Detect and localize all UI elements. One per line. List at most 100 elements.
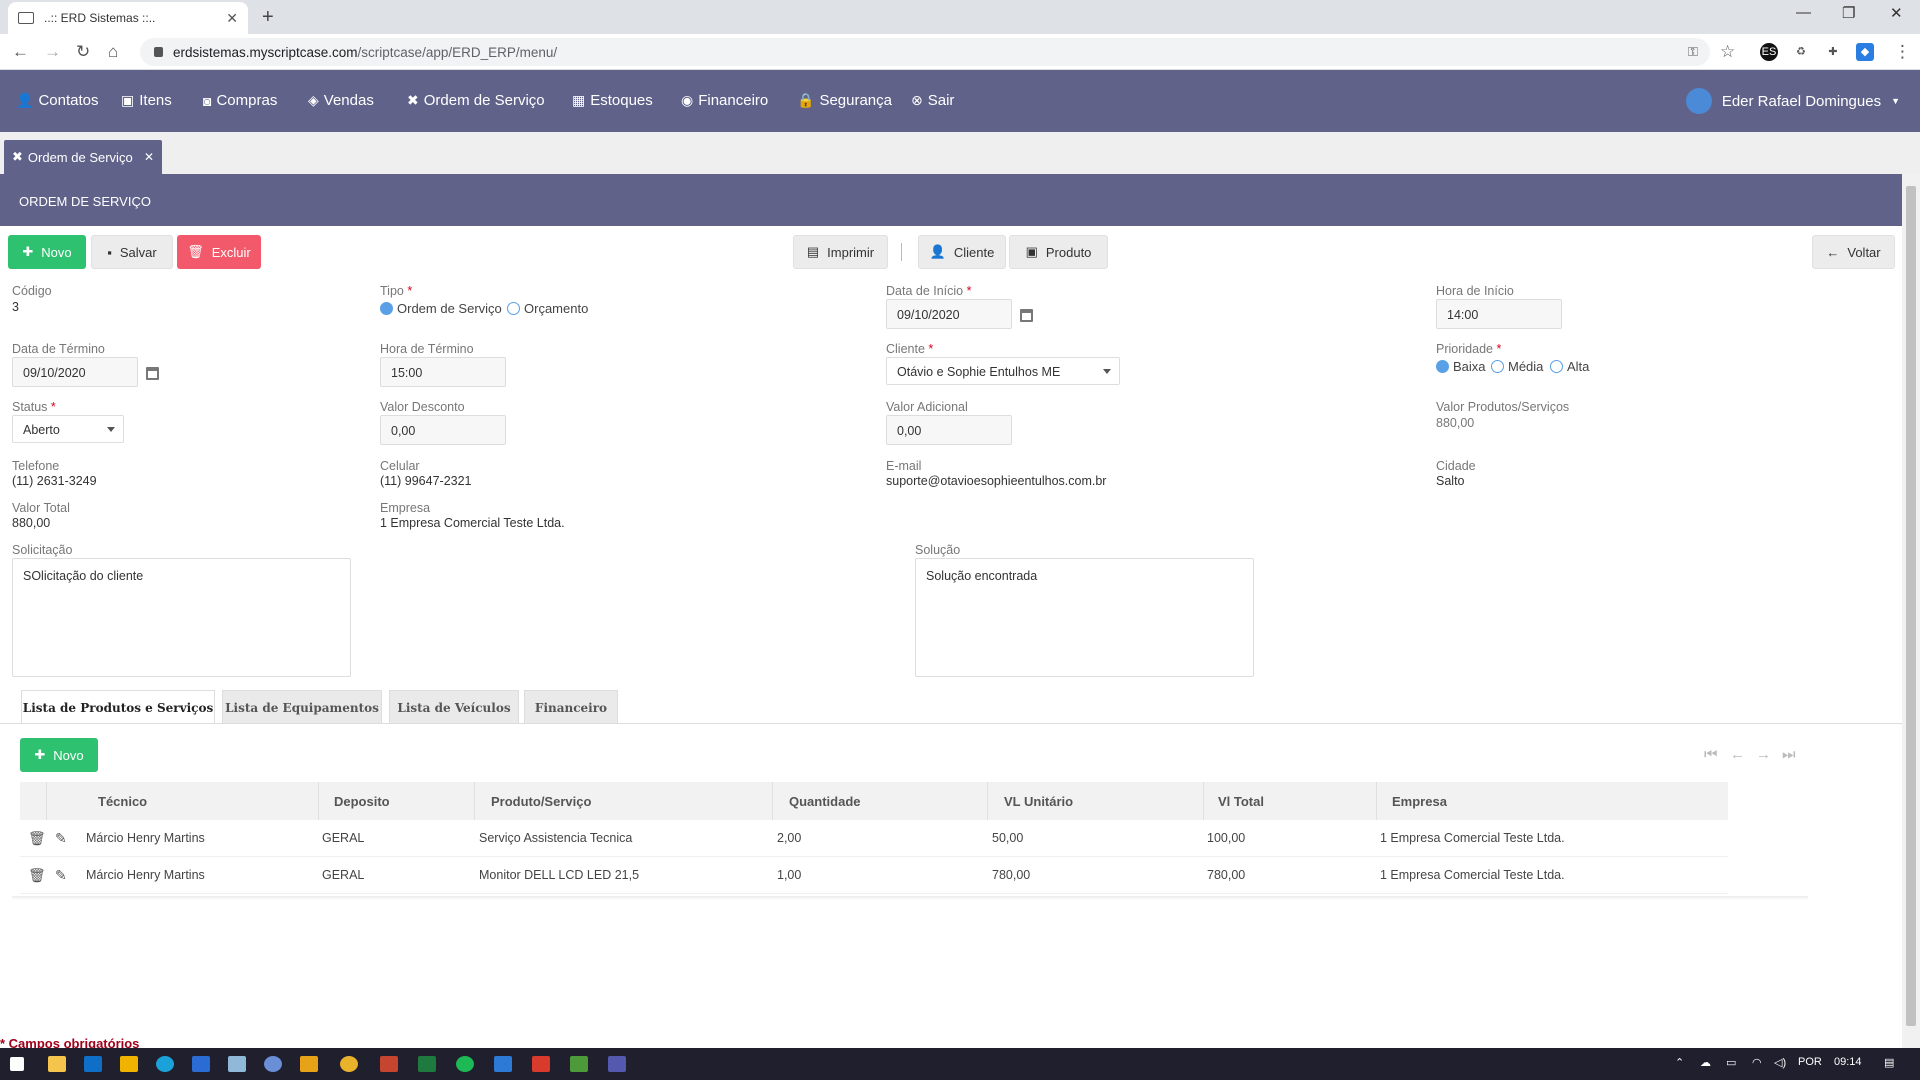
app-icon[interactable] — [570, 1056, 588, 1072]
extension-es-icon[interactable]: ES — [1760, 43, 1778, 61]
valor-adicional-field[interactable]: 0,00 — [886, 415, 1012, 445]
forward-icon[interactable]: → — [44, 42, 61, 62]
menu-ordem-servico[interactable]: ✖ Ordem de Serviço — [407, 92, 545, 109]
prioridade-radio-baixa[interactable]: Baixa — [1436, 359, 1486, 374]
prioridade-radio-alta[interactable]: Alta — [1550, 359, 1589, 374]
trash-icon[interactable]: 🗑 — [28, 830, 46, 847]
vertical-scrollbar[interactable] — [1902, 174, 1920, 1048]
close-icon[interactable]: ✕ — [144, 150, 154, 164]
url-field[interactable]: erdsistemas.myscriptcase.com/scriptcase/… — [140, 38, 1710, 66]
menu-estoques[interactable]: ▦ Estoques — [572, 92, 653, 109]
column-header[interactable]: Empresa — [1392, 794, 1447, 809]
voltar-button[interactable]: ← Voltar — [1812, 235, 1895, 269]
browser-tab[interactable]: ..:: ERD Sistemas ::.. ✕ — [8, 2, 248, 34]
tab-financeiro[interactable]: Financeiro — [524, 690, 618, 724]
prioridade-radio-media[interactable]: Média — [1491, 359, 1543, 374]
column-header[interactable]: Quantidade — [789, 794, 861, 809]
back-icon[interactable]: ← — [12, 42, 29, 62]
grid-novo-button[interactable]: ✚ Novo — [20, 738, 98, 772]
file-explorer-icon[interactable] — [48, 1056, 66, 1072]
windows-start-icon[interactable] — [10, 1057, 24, 1071]
key-icon[interactable]: ⚿ — [1688, 44, 1698, 60]
column-header[interactable]: Técnico — [98, 794, 147, 809]
menu-vendas[interactable]: ◈ Vendas — [308, 92, 374, 109]
status-select[interactable]: Aberto — [12, 415, 124, 443]
hora-inicio-field[interactable]: 14:00 — [1436, 299, 1562, 329]
app-icon[interactable] — [380, 1056, 398, 1072]
salvar-button[interactable]: ▪ Salvar — [91, 235, 173, 269]
data-termino-field[interactable]: 09/10/2020 — [12, 357, 138, 387]
language-indicator[interactable]: POR — [1798, 1056, 1822, 1068]
last-page-icon[interactable]: ⏭ — [1782, 746, 1796, 763]
close-tab-icon[interactable]: ✕ — [226, 10, 238, 27]
data-inicio-field[interactable]: 09/10/2020 — [886, 299, 1012, 329]
column-header[interactable]: Produto/Serviço — [491, 794, 591, 809]
reload-icon[interactable]: ↻ — [76, 42, 90, 62]
sublime-icon[interactable] — [300, 1056, 318, 1072]
menu-compras[interactable]: ◙ Compras — [203, 92, 277, 109]
extension-recycle-icon[interactable]: ♻ — [1792, 43, 1810, 61]
folder-icon[interactable] — [120, 1056, 138, 1072]
scrollbar-thumb[interactable] — [1906, 186, 1916, 1026]
valor-desconto-field[interactable]: 0,00 — [380, 415, 506, 445]
brave-icon[interactable] — [532, 1056, 550, 1072]
notifications-icon[interactable]: ▤ — [1884, 1056, 1894, 1069]
outlook-icon[interactable] — [84, 1056, 102, 1072]
tipo-radio-ordem[interactable]: Ordem de Serviço — [380, 301, 502, 316]
home-icon[interactable]: ⌂ — [108, 42, 118, 62]
close-window-icon[interactable]: ✕ — [1890, 4, 1903, 22]
produto-button[interactable]: ▣ Produto — [1009, 235, 1108, 269]
tab-lista-equipamentos[interactable]: Lista de Equipamentos — [222, 690, 382, 724]
extensions-puzzle-icon[interactable]: ✚ — [1824, 43, 1842, 61]
prev-page-icon[interactable]: ← — [1730, 746, 1745, 763]
clock[interactable]: 09:14 — [1834, 1056, 1862, 1068]
menu-contatos[interactable]: 👤 Contatos — [16, 92, 98, 109]
app-icon[interactable] — [494, 1056, 512, 1072]
menu-financeiro[interactable]: ◉ Financeiro — [681, 92, 768, 109]
trash-icon[interactable]: 🗑 — [28, 867, 46, 884]
tab-lista-produtos-servicos[interactable]: Lista de Produtos e Serviços — [21, 690, 215, 724]
tab-ordem-servico[interactable]: ✖ Ordem de Serviço ✕ — [4, 140, 162, 174]
spotify-icon[interactable] — [456, 1056, 474, 1072]
solicitacao-textarea[interactable]: SOlicitação do cliente — [12, 558, 351, 677]
menu-itens[interactable]: ▣ Itens — [121, 92, 172, 109]
star-icon[interactable]: ☆ — [1720, 42, 1735, 62]
excel-icon[interactable] — [418, 1056, 436, 1072]
minimize-icon[interactable]: — — [1796, 4, 1811, 21]
tray-chevron-icon[interactable]: ⌃ — [1675, 1056, 1684, 1069]
next-page-icon[interactable]: → — [1756, 746, 1771, 763]
chrome-icon[interactable] — [340, 1056, 358, 1072]
first-page-icon[interactable]: ⏮ — [1704, 746, 1718, 763]
teams-icon[interactable] — [608, 1056, 626, 1072]
edge-icon[interactable] — [156, 1056, 174, 1072]
mail-icon[interactable] — [192, 1056, 210, 1072]
edit-icon[interactable]: ✎ — [55, 867, 67, 884]
battery-icon[interactable]: ▭ — [1726, 1056, 1736, 1069]
imprimir-button[interactable]: ▤ Imprimir — [793, 235, 888, 269]
column-header[interactable]: Vl Total — [1218, 794, 1264, 809]
volume-icon[interactable]: ◁) — [1774, 1056, 1786, 1069]
browser-menu-icon[interactable]: ⋮ — [1894, 42, 1911, 62]
onedrive-icon[interactable]: ☁ — [1700, 1056, 1711, 1069]
column-header[interactable]: Deposito — [334, 794, 390, 809]
excluir-button[interactable]: 🗑 Excluir — [177, 235, 261, 269]
tab-lista-veiculos[interactable]: Lista de Veículos — [389, 690, 519, 724]
app-icon[interactable] — [264, 1056, 282, 1072]
user-menu[interactable]: Eder Rafael Domingues ▼ — [1685, 88, 1900, 114]
tipo-radio-orcamento[interactable]: Orçamento — [507, 301, 588, 316]
cliente-select[interactable]: Otávio e Sophie Entulhos ME — [886, 357, 1120, 385]
notepad-icon[interactable] — [228, 1056, 246, 1072]
menu-seguranca[interactable]: 🔒 Segurança — [797, 92, 892, 109]
menu-sair[interactable]: ⊗ Sair — [911, 92, 954, 109]
calendar-icon[interactable] — [146, 367, 159, 380]
calendar-icon[interactable] — [1020, 309, 1033, 322]
column-header[interactable]: VL Unitário — [1004, 794, 1073, 809]
cliente-button[interactable]: 👤 Cliente — [918, 235, 1006, 269]
restore-icon[interactable]: ❐ — [1842, 4, 1855, 22]
new-tab-button[interactable]: + — [262, 6, 274, 29]
edit-icon[interactable]: ✎ — [55, 830, 67, 847]
hora-termino-field[interactable]: 15:00 — [380, 357, 506, 387]
wifi-icon[interactable]: ◠ — [1752, 1056, 1762, 1069]
solucao-textarea[interactable]: Solução encontrada — [915, 558, 1254, 677]
extension-diamond-icon[interactable]: ◆ — [1856, 43, 1874, 61]
